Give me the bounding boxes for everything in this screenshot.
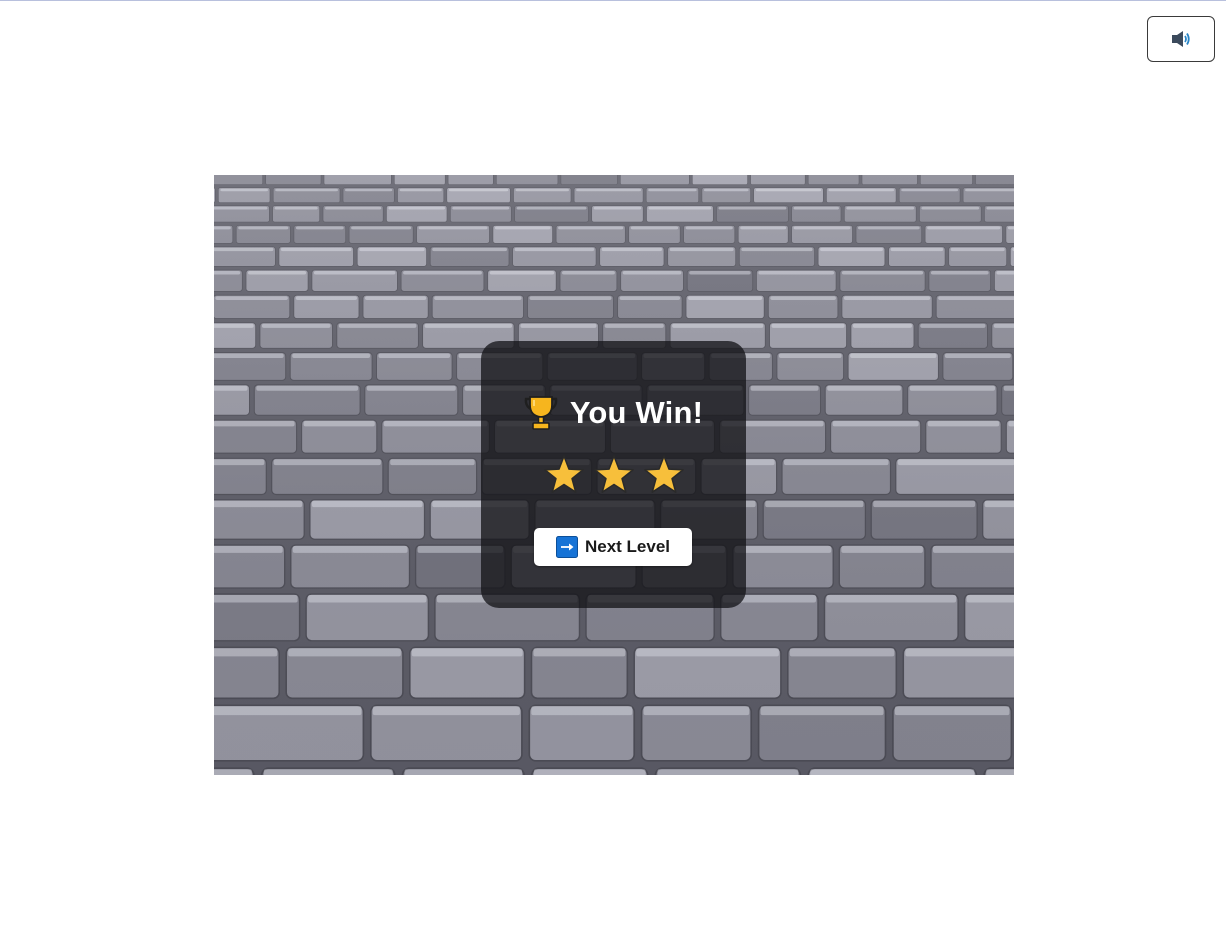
star-rating [481, 454, 746, 496]
win-title-text: You Win! [569, 395, 704, 430]
win-dialog: You Win! Next Level [481, 341, 746, 608]
star-icon [593, 455, 634, 493]
speaker-icon [1172, 31, 1190, 47]
trophy-icon [524, 396, 558, 430]
star-icon [643, 455, 684, 493]
top-rule [0, 0, 1226, 1]
star-icon [543, 455, 584, 493]
win-title: You Win! [481, 395, 746, 431]
next-level-button[interactable]: Next Level [534, 528, 692, 566]
game-canvas[interactable]: You Win! Next Level [214, 175, 1014, 775]
right-arrow-button-icon [555, 536, 578, 558]
sound-toggle-button[interactable] [1147, 16, 1215, 62]
next-level-label: Next Level [584, 537, 671, 556]
